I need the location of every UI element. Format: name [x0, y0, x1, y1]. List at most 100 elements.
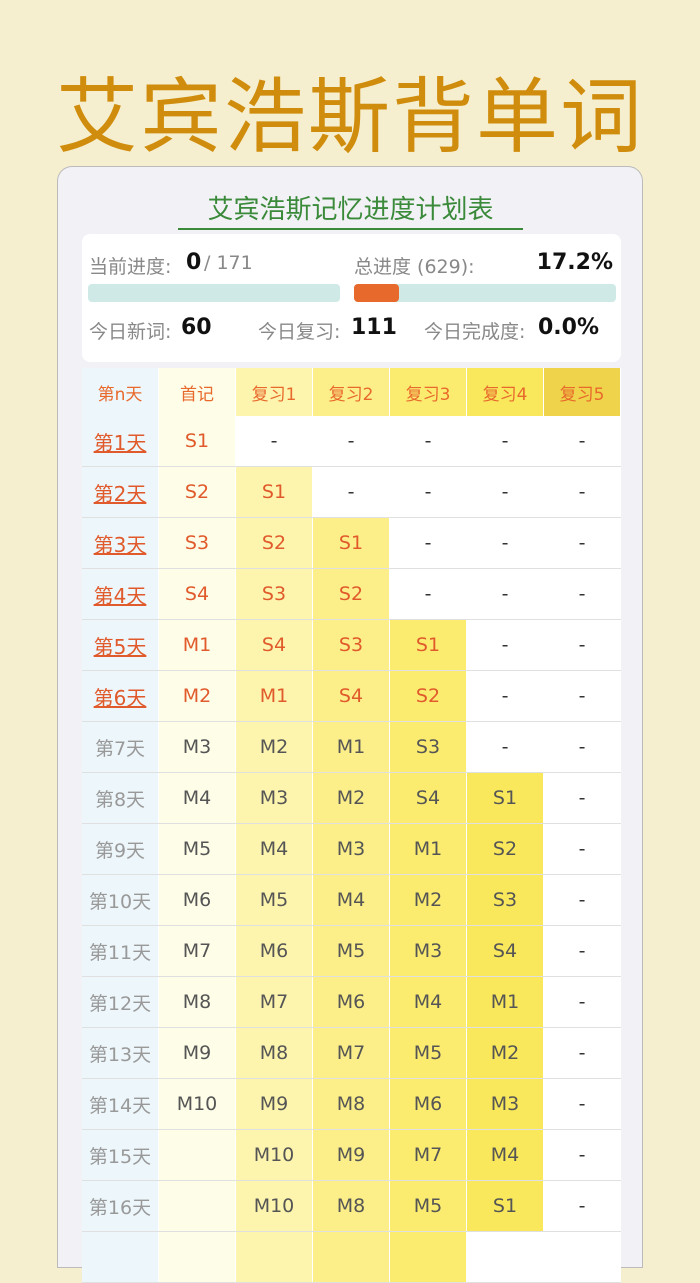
schedule-cell: - — [544, 722, 621, 772]
schedule-cell: M7 — [159, 926, 236, 976]
day-label[interactable]: 第6天 — [82, 671, 159, 721]
day-label: 第12天 — [82, 977, 159, 1027]
schedule-cell: S2 — [236, 518, 313, 568]
app-title: 艾宾浩斯背单词 — [55, 70, 644, 165]
schedule-cell: S3 — [313, 620, 390, 670]
schedule-cell: - — [467, 620, 544, 670]
schedule-cell: S2 — [467, 824, 544, 874]
table-row: 第14天 M10 M9 M8 M6 M3- — [82, 1079, 621, 1130]
schedule-cell: - — [544, 620, 621, 670]
schedule-cell: - — [544, 1079, 621, 1129]
schedule-cell: M1 — [159, 620, 236, 670]
today-new-value: 60 — [181, 315, 212, 340]
day-label[interactable]: 第2天 — [82, 467, 159, 517]
schedule-cell: - — [544, 569, 621, 619]
column-header: 复习4 — [467, 368, 544, 416]
table-row: 第16天 M10 M8 M5 S1- — [82, 1181, 621, 1232]
schedule-cell: M10 — [236, 1130, 313, 1180]
day-label — [82, 1232, 159, 1282]
schedule-cell: - — [467, 569, 544, 619]
stats-panel: 当前进度: 0 / 171 总进度 (629): 17.2% 今日新词: 60 … — [82, 234, 621, 362]
table-row: 第4天 S4 S3 S2- - - — [82, 569, 621, 620]
schedule-cell — [159, 1232, 236, 1282]
table-row: 第6天 M2 M1 S4 S2- - — [82, 671, 621, 722]
schedule-cell: S1 — [390, 620, 467, 670]
current-progress-bar — [88, 284, 340, 302]
schedule-cell: M10 — [236, 1181, 313, 1231]
schedule-cell: - — [390, 518, 467, 568]
schedule-cell: M6 — [236, 926, 313, 976]
day-label[interactable]: 第3天 — [82, 518, 159, 568]
schedule-cell: S4 — [467, 926, 544, 976]
schedule-cell: M10 — [159, 1079, 236, 1129]
schedule-cell: - — [544, 518, 621, 568]
schedule-cell: M2 — [236, 722, 313, 772]
day-label[interactable]: 第5天 — [82, 620, 159, 670]
schedule-cell: - — [544, 1181, 621, 1231]
schedule-cell: M3 — [236, 773, 313, 823]
schedule-cell: M2 — [159, 671, 236, 721]
day-label[interactable]: 第1天 — [82, 416, 159, 466]
day-label: 第13天 — [82, 1028, 159, 1078]
column-header: 复习3 — [390, 368, 467, 416]
table-row — [82, 1232, 621, 1283]
plan-card: 艾宾浩斯记忆进度计划表 当前进度: 0 / 171 总进度 (629): 17.… — [58, 167, 642, 1283]
day-label: 第16天 — [82, 1181, 159, 1231]
day-label: 第15天 — [82, 1130, 159, 1180]
column-header: 复习5 — [544, 368, 621, 416]
schedule-cell: M2 — [313, 773, 390, 823]
today-new-label: 今日新词: — [89, 321, 172, 343]
schedule-cell: S3 — [467, 875, 544, 925]
table-row: 第2天 S2 S1- - - - — [82, 467, 621, 518]
schedule-cell: M3 — [390, 926, 467, 976]
today-done-value: 0.0% — [538, 315, 600, 340]
schedule-cell: M1 — [467, 977, 544, 1027]
schedule-cell: M8 — [313, 1181, 390, 1231]
schedule-cell: M5 — [236, 875, 313, 925]
table-row: 第1天 S1- - - - - — [82, 416, 621, 467]
schedule-cell: M6 — [390, 1079, 467, 1129]
current-progress-value: 0 — [186, 250, 202, 275]
schedule-cell: - — [467, 722, 544, 772]
table-row: 第12天 M8 M7 M6 M4 M1- — [82, 977, 621, 1028]
schedule-cell — [313, 1232, 390, 1282]
schedule-cell: - — [313, 467, 390, 517]
schedule-cell: M3 — [313, 824, 390, 874]
schedule-cell: M3 — [159, 722, 236, 772]
schedule-cell: - — [544, 467, 621, 517]
table-row: 第7天 M3 M2 M1 S3- - — [82, 722, 621, 773]
table-row: 第11天 M7 M6 M5 M3 S4- — [82, 926, 621, 977]
column-header: 复习1 — [236, 368, 313, 416]
schedule-cell: S2 — [390, 671, 467, 721]
schedule-cell: S2 — [159, 467, 236, 517]
schedule-cell: M2 — [467, 1028, 544, 1078]
schedule-cell: M1 — [390, 824, 467, 874]
schedule-cell: M9 — [159, 1028, 236, 1078]
schedule-cell — [467, 1232, 544, 1282]
schedule-cell: - — [544, 1028, 621, 1078]
schedule-cell: - — [313, 416, 390, 466]
schedule-cell: M7 — [236, 977, 313, 1027]
schedule-cell — [390, 1232, 467, 1282]
schedule-cell: - — [467, 467, 544, 517]
schedule-cell: - — [390, 467, 467, 517]
schedule-cell — [236, 1232, 313, 1282]
schedule-cell: M3 — [467, 1079, 544, 1129]
schedule-cell: M8 — [159, 977, 236, 1027]
schedule-cell: M4 — [159, 773, 236, 823]
schedule-cell: S1 — [467, 1181, 544, 1231]
schedule-cell: - — [236, 416, 313, 466]
schedule-cell: M2 — [390, 875, 467, 925]
day-label: 第11天 — [82, 926, 159, 976]
schedule-cell: - — [544, 926, 621, 976]
schedule-cell: - — [390, 569, 467, 619]
schedule-cell: - — [544, 875, 621, 925]
day-label[interactable]: 第4天 — [82, 569, 159, 619]
schedule-cell: - — [544, 1130, 621, 1180]
schedule-cell: M5 — [159, 824, 236, 874]
schedule-cell: S1 — [467, 773, 544, 823]
table-row: 第15天 M10 M9 M7 M4- — [82, 1130, 621, 1181]
schedule-cell — [159, 1130, 236, 1180]
table-row: 第10天 M6 M5 M4 M2 S3- — [82, 875, 621, 926]
total-progress-value: 17.2% — [536, 250, 613, 275]
